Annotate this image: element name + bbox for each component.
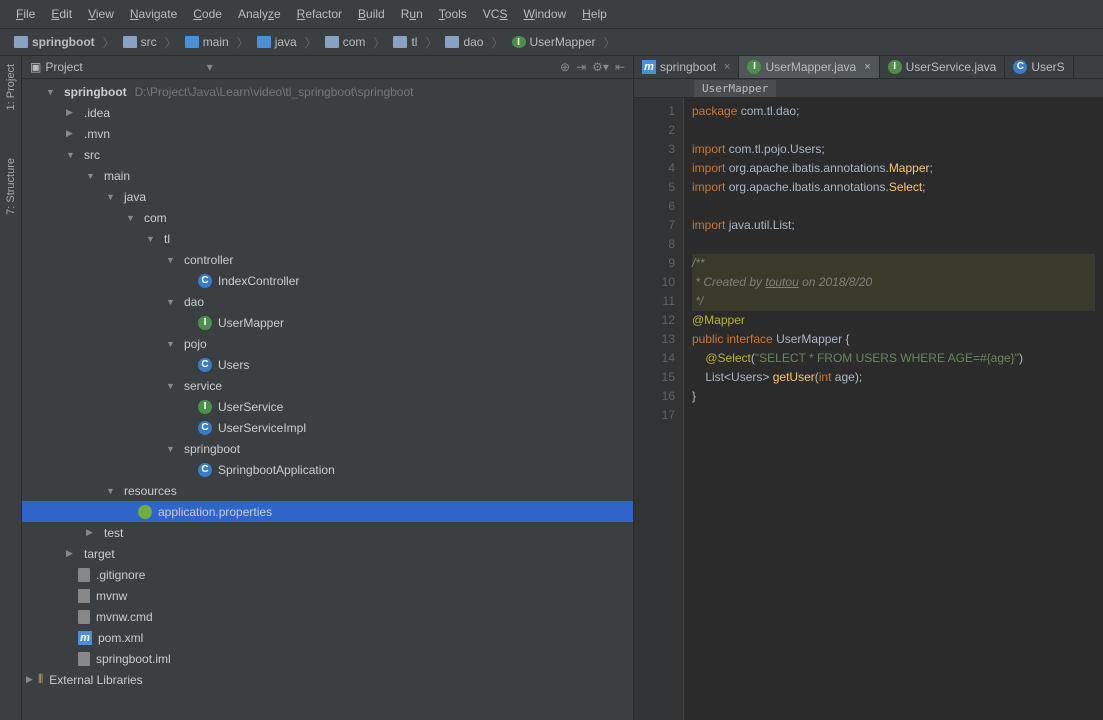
breadcrumb-java[interactable]: java bbox=[251, 33, 303, 51]
menu-build[interactable]: Build bbox=[350, 4, 393, 24]
collapse-icon[interactable]: ⇥ bbox=[576, 60, 586, 74]
menu-edit[interactable]: Edit bbox=[43, 4, 80, 24]
tree-item--gitignore[interactable]: .gitignore bbox=[22, 564, 633, 585]
menu-help[interactable]: Help bbox=[574, 4, 615, 24]
code-content[interactable]: package com.tl.dao;import com.tl.pojo.Us… bbox=[684, 98, 1103, 720]
settings-icon[interactable]: ⚙▾ bbox=[592, 60, 609, 74]
tab-springboot[interactable]: mspringboot× bbox=[634, 56, 739, 78]
tab-close-icon[interactable]: × bbox=[864, 61, 870, 73]
sidebar-header: ▣ Project ▾ ⊕ ⇥ ⚙▾ ⇤ bbox=[22, 56, 633, 79]
menu-refactor[interactable]: Refactor bbox=[289, 4, 350, 24]
breadcrumb-springboot[interactable]: springboot bbox=[8, 33, 101, 51]
breadcrumb-bar: springboot〉src〉main〉java〉com〉tl〉dao〉IUse… bbox=[0, 29, 1103, 56]
tree-item--idea[interactable]: ▶.idea bbox=[22, 102, 633, 123]
tree-item-service[interactable]: ▼service bbox=[22, 375, 633, 396]
editor-breadcrumb: UserMapper bbox=[634, 79, 1103, 98]
project-view-icon: ▣ bbox=[30, 60, 41, 74]
menu-window[interactable]: Window bbox=[515, 4, 574, 24]
tab-UserS[interactable]: CUserS bbox=[1005, 56, 1073, 78]
tree-item-controller[interactable]: ▼controller bbox=[22, 249, 633, 270]
locate-icon[interactable]: ⊕ bbox=[560, 60, 570, 74]
menu-navigate[interactable]: Navigate bbox=[122, 4, 185, 24]
tree-item-src[interactable]: ▼src bbox=[22, 144, 633, 165]
structure-tool-tab[interactable]: 7: Structure bbox=[3, 154, 19, 219]
tree-item-dao[interactable]: ▼dao bbox=[22, 291, 633, 312]
breadcrumb-src[interactable]: src bbox=[117, 33, 163, 51]
editor-crumb-item[interactable]: UserMapper bbox=[694, 80, 776, 97]
menu-analyze[interactable]: Analyze bbox=[230, 4, 289, 24]
tree-item-Users[interactable]: CUsers bbox=[22, 354, 633, 375]
code-editor[interactable]: 1234567891011121314151617 package com.tl… bbox=[634, 98, 1103, 720]
tree-item-pojo[interactable]: ▼pojo bbox=[22, 333, 633, 354]
tree-item-tl[interactable]: ▼tl bbox=[22, 228, 633, 249]
project-sidebar: ▣ Project ▾ ⊕ ⇥ ⚙▾ ⇤ ▼springbootD:\Proje… bbox=[22, 56, 634, 720]
tree-item-springboot-iml[interactable]: springboot.iml bbox=[22, 648, 633, 669]
editor-tabs: mspringboot×IUserMapper.java×IUserServic… bbox=[634, 56, 1103, 79]
breadcrumb-tl[interactable]: tl bbox=[387, 33, 423, 51]
project-tool-tab[interactable]: 1: Project bbox=[3, 60, 19, 114]
tab-close-icon[interactable]: × bbox=[724, 61, 730, 73]
tree-item-target[interactable]: ▶target bbox=[22, 543, 633, 564]
hide-icon[interactable]: ⇤ bbox=[615, 60, 625, 74]
tree-root[interactable]: ▼springbootD:\Project\Java\Learn\video\t… bbox=[22, 81, 633, 102]
sidebar-title[interactable]: Project bbox=[45, 60, 82, 74]
menu-bar: FileEditViewNavigateCodeAnalyzeRefactorB… bbox=[0, 0, 1103, 29]
tab-UserService-java[interactable]: IUserService.java bbox=[880, 56, 1006, 78]
breadcrumb-com[interactable]: com bbox=[319, 33, 372, 51]
breadcrumb-dao[interactable]: dao bbox=[439, 33, 489, 51]
tree-item-mvnw-cmd[interactable]: mvnw.cmd bbox=[22, 606, 633, 627]
editor-area: mspringboot×IUserMapper.java×IUserServic… bbox=[634, 56, 1103, 720]
tree-item-UserMapper[interactable]: IUserMapper bbox=[22, 312, 633, 333]
tree-item-resources[interactable]: ▼resources bbox=[22, 480, 633, 501]
tree-item-IndexController[interactable]: CIndexController bbox=[22, 270, 633, 291]
breadcrumb-UserMapper[interactable]: IUserMapper bbox=[506, 33, 602, 51]
tree-external-libraries[interactable]: ▶⦀External Libraries bbox=[22, 669, 633, 690]
menu-code[interactable]: Code bbox=[185, 4, 230, 24]
project-tree: ▼springbootD:\Project\Java\Learn\video\t… bbox=[22, 79, 633, 720]
tree-item-pom-xml[interactable]: mpom.xml bbox=[22, 627, 633, 648]
tree-item-UserServiceImpl[interactable]: CUserServiceImpl bbox=[22, 417, 633, 438]
tree-item-application-properties[interactable]: application.properties bbox=[22, 501, 633, 522]
breadcrumb-main[interactable]: main bbox=[179, 33, 235, 51]
left-tool-gutter: 1: Project 7: Structure bbox=[0, 56, 22, 720]
tree-item-springboot[interactable]: ▼springboot bbox=[22, 438, 633, 459]
menu-vcs[interactable]: VCS bbox=[475, 4, 516, 24]
tree-item-SpringbootApplication[interactable]: CSpringbootApplication bbox=[22, 459, 633, 480]
menu-tools[interactable]: Tools bbox=[431, 4, 475, 24]
tree-item-main[interactable]: ▼main bbox=[22, 165, 633, 186]
tree-item-com[interactable]: ▼com bbox=[22, 207, 633, 228]
tab-UserMapper-java[interactable]: IUserMapper.java× bbox=[739, 56, 879, 78]
dropdown-icon[interactable]: ▾ bbox=[207, 60, 213, 74]
tree-item-mvnw[interactable]: mvnw bbox=[22, 585, 633, 606]
menu-view[interactable]: View bbox=[80, 4, 122, 24]
menu-file[interactable]: File bbox=[8, 4, 43, 24]
tree-item-UserService[interactable]: IUserService bbox=[22, 396, 633, 417]
tree-item--mvn[interactable]: ▶.mvn bbox=[22, 123, 633, 144]
tree-item-java[interactable]: ▼java bbox=[22, 186, 633, 207]
tree-item-test[interactable]: ▶test bbox=[22, 522, 633, 543]
line-gutter: 1234567891011121314151617 bbox=[634, 98, 684, 720]
menu-run[interactable]: Run bbox=[393, 4, 431, 24]
